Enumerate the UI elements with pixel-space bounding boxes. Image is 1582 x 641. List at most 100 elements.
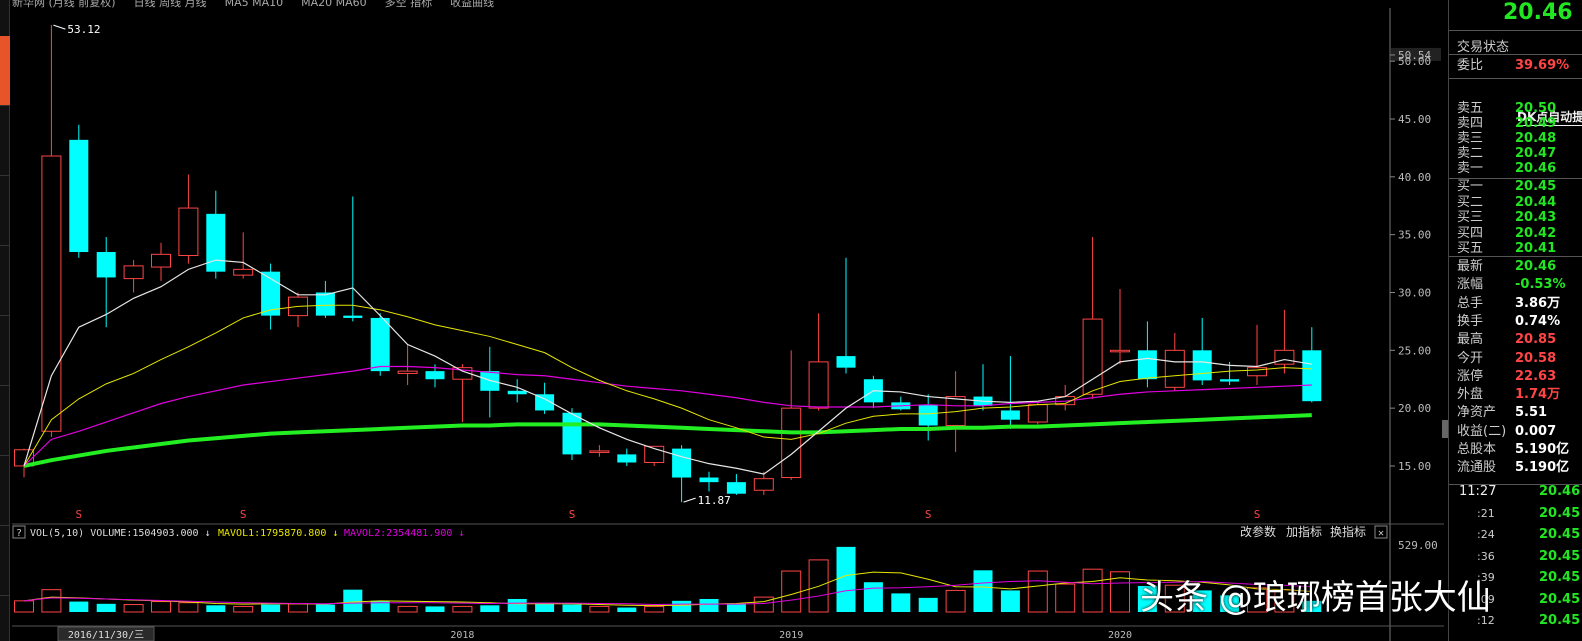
candle-body-down[interactable] xyxy=(206,213,226,272)
volume-bar-down[interactable] xyxy=(726,603,746,612)
price-axis-label: 50.00 xyxy=(1398,55,1431,68)
tick-price: 20.45 xyxy=(1539,570,1581,585)
title-bar-item: MA5 MA10 xyxy=(224,0,284,8)
volume-bar-down[interactable] xyxy=(480,605,500,612)
volume-bar-up[interactable] xyxy=(753,596,774,613)
candle-body-down[interactable] xyxy=(699,477,719,483)
volume-bar-down[interactable] xyxy=(699,598,719,612)
candle-body-up[interactable] xyxy=(397,370,418,374)
volume-bar-up[interactable] xyxy=(589,605,610,613)
volume-bar-up[interactable] xyxy=(452,605,473,613)
candle-body-down[interactable] xyxy=(1000,410,1020,420)
candle-body-up[interactable] xyxy=(1247,367,1267,377)
candle-body-up[interactable] xyxy=(151,253,171,268)
volume-bar-up[interactable] xyxy=(1027,570,1048,613)
title-bar-item: 日线 周线 月线 xyxy=(133,0,207,8)
tick-price: 20.45 xyxy=(1539,527,1581,542)
volume-bar-down[interactable] xyxy=(343,589,363,612)
volume-bar-down[interactable] xyxy=(891,593,911,612)
volume-bar-down[interactable] xyxy=(69,601,89,612)
candle-body-down[interactable] xyxy=(1137,350,1157,380)
candle-body-up[interactable] xyxy=(233,268,254,276)
left-tab[interactable] xyxy=(0,106,10,176)
left-tab[interactable] xyxy=(0,386,10,456)
stat-row-value: 20.85 xyxy=(1515,332,1557,348)
candle-body-down[interactable] xyxy=(672,448,692,478)
volume-bar-up[interactable] xyxy=(781,570,802,613)
left-tab-active[interactable] xyxy=(0,36,10,106)
candle-body-down[interactable] xyxy=(69,139,89,253)
stat-row: 净资产 5.51 xyxy=(1449,404,1582,422)
candle-body-up[interactable] xyxy=(123,265,144,280)
volume-bar-up[interactable] xyxy=(1055,583,1076,613)
candle-body-up[interactable] xyxy=(41,155,62,432)
candle-body-down[interactable] xyxy=(343,315,363,318)
chart-area[interactable]: 50.54 50.00 45.00 40.00 35.00 30.00 25.00 20.00… xyxy=(12,8,1444,641)
volume-bar-down[interactable] xyxy=(617,607,637,612)
ma60-line xyxy=(23,413,1312,468)
volume-bar-down[interactable] xyxy=(261,604,281,612)
watermark: 头条 @琅琊榜首张大仙 xyxy=(1140,578,1491,618)
left-tab[interactable] xyxy=(0,526,10,596)
stat-row-value: 3.86万 xyxy=(1515,295,1561,311)
trade-status-label: 交易状态 xyxy=(1457,40,1510,55)
candle-body-down[interactable] xyxy=(96,252,116,278)
volume-bar-up[interactable] xyxy=(288,603,308,613)
candle-body-up[interactable] xyxy=(178,207,199,256)
ma10-line xyxy=(23,304,1312,467)
candle-body-up[interactable] xyxy=(1110,349,1130,353)
candle-body-down[interactable] xyxy=(1192,350,1212,381)
stat-row-value: 5.51 xyxy=(1515,405,1548,421)
candle-body-up[interactable] xyxy=(1027,404,1048,423)
candle-body-down[interactable] xyxy=(1220,379,1240,382)
candle-body-down[interactable] xyxy=(315,292,335,316)
volume-bar-down[interactable] xyxy=(315,604,335,612)
candle-body-up[interactable] xyxy=(1164,349,1185,388)
price-axis-label: 30.00 xyxy=(1398,286,1431,299)
s-signal-marker: S xyxy=(75,508,82,521)
volume-bar-up[interactable] xyxy=(41,589,62,613)
left-tab[interactable] xyxy=(0,456,10,526)
volume-bar-up[interactable] xyxy=(233,605,254,613)
volume-bar-up[interactable] xyxy=(151,601,171,613)
volume-bar-down[interactable] xyxy=(863,582,883,612)
volume-bar-up[interactable] xyxy=(14,600,34,613)
candle-body-down[interactable] xyxy=(726,482,746,494)
left-tab[interactable] xyxy=(0,176,10,246)
candle-body-up[interactable] xyxy=(589,450,610,453)
left-tab[interactable] xyxy=(0,316,10,386)
volume-bar-down[interactable] xyxy=(836,546,856,612)
kline-chart[interactable]: 50.5450.0045.0040.0035.0030.0025.0020.00… xyxy=(12,8,1444,641)
left-tab[interactable] xyxy=(0,246,10,316)
volume-bar-down[interactable] xyxy=(562,604,582,612)
volume-bar-down[interactable] xyxy=(672,600,692,612)
volume-bar-down[interactable] xyxy=(206,605,226,612)
volume-bar-up[interactable] xyxy=(1082,568,1103,613)
volume-bar-up[interactable] xyxy=(397,605,418,613)
candle-body-up[interactable] xyxy=(1274,349,1295,365)
candle-body-down[interactable] xyxy=(507,390,527,395)
volume-bar-down[interactable] xyxy=(918,597,938,612)
low-price-label: 11.87 xyxy=(698,494,731,507)
tick-price: 20.45 xyxy=(1539,548,1581,564)
candle-body-up[interactable] xyxy=(808,361,829,409)
volume-bar-up[interactable] xyxy=(945,589,966,613)
volume-bar-down[interactable] xyxy=(96,603,116,612)
candle-body-down[interactable] xyxy=(918,404,938,426)
tick-time: :24 xyxy=(1477,528,1495,541)
candle-body-down[interactable] xyxy=(425,371,445,380)
candle-body-down[interactable] xyxy=(836,356,856,368)
volume-bar-up[interactable] xyxy=(123,604,144,613)
volume-bar-down[interactable] xyxy=(1000,590,1020,612)
volume-bar-down[interactable] xyxy=(973,570,993,612)
candle-body-down[interactable] xyxy=(562,412,582,455)
candle-body-up[interactable] xyxy=(781,407,802,479)
candle-body-down[interactable] xyxy=(1302,350,1322,402)
volume-bar-down[interactable] xyxy=(507,598,527,612)
volume-bar-up[interactable] xyxy=(178,602,199,613)
candle-body-down[interactable] xyxy=(370,317,390,372)
candle-body-down[interactable] xyxy=(617,454,637,463)
volume-bar-up[interactable] xyxy=(644,605,665,613)
volume-bar-down[interactable] xyxy=(425,606,445,612)
candle-body-up[interactable] xyxy=(753,478,774,491)
